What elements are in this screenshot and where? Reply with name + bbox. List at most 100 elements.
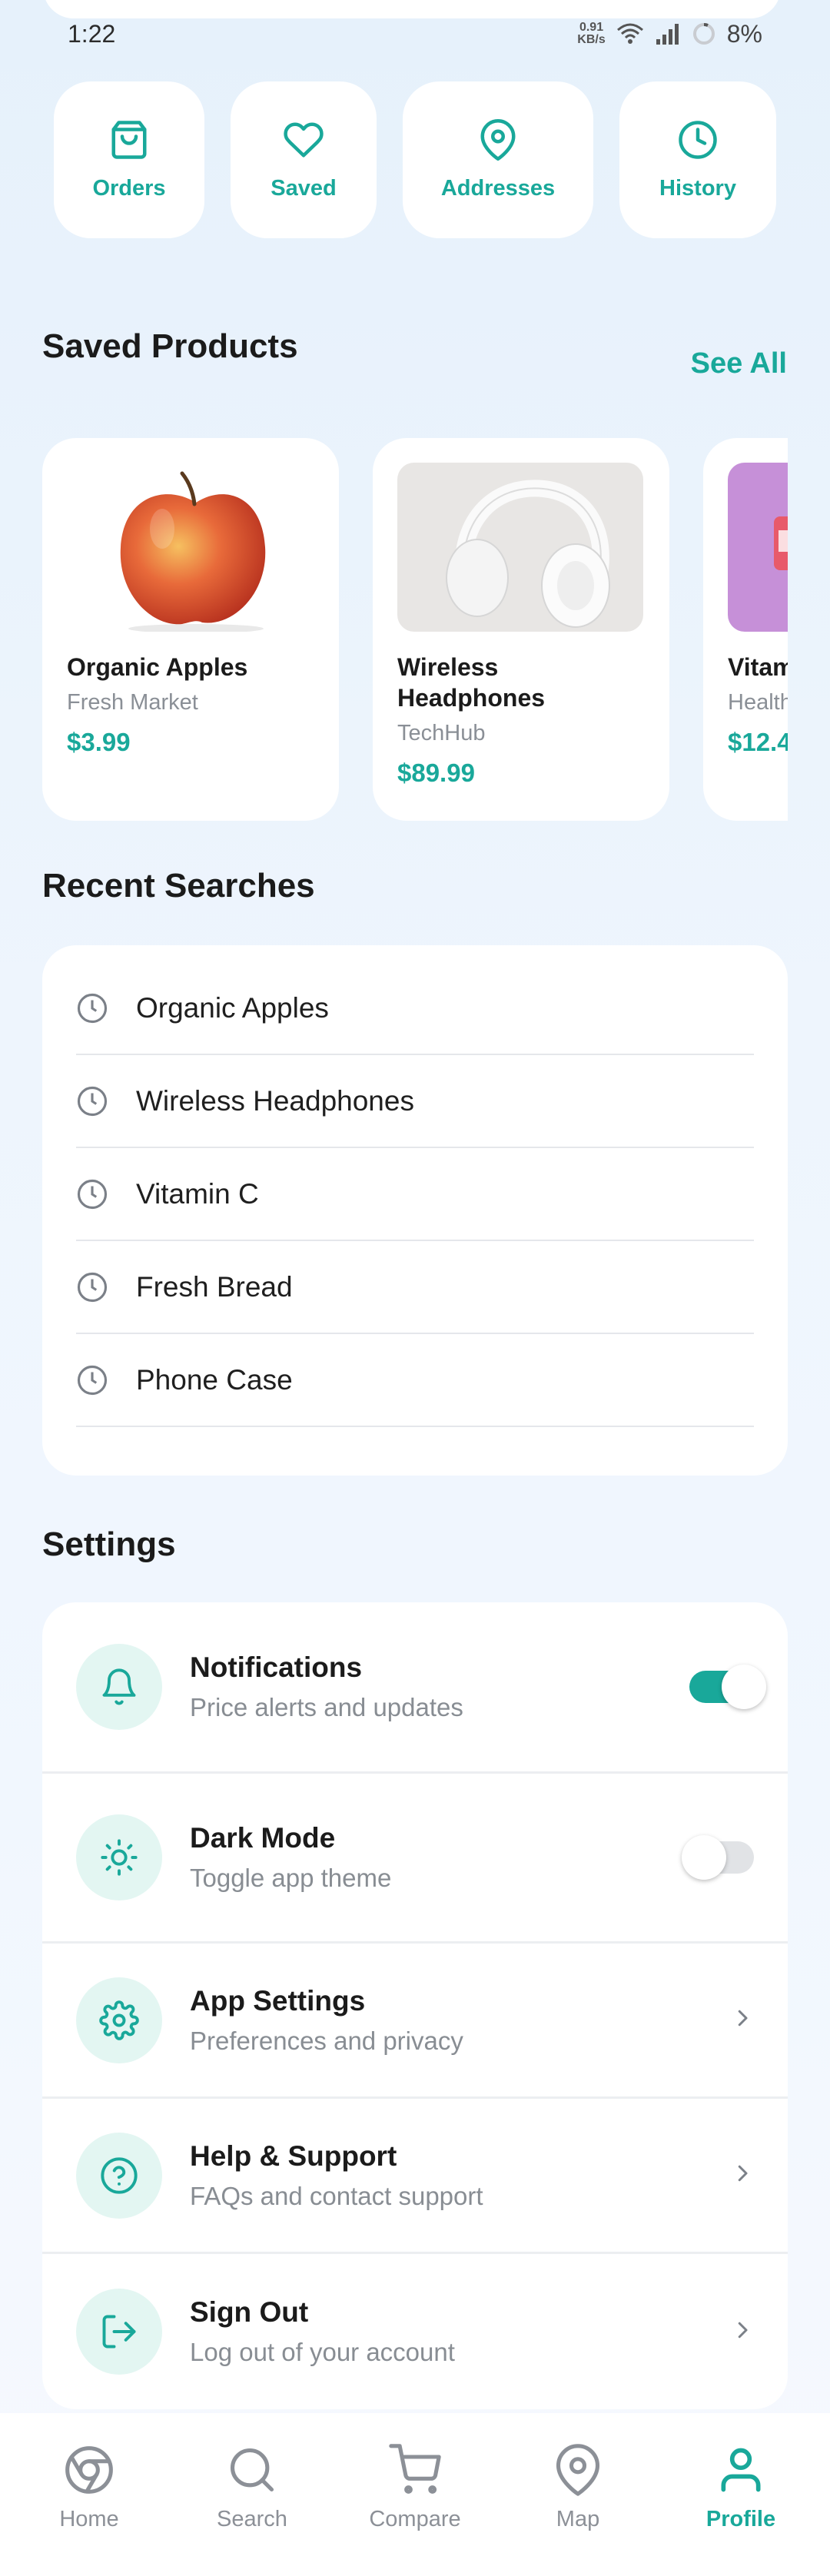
nav-label: Profile xyxy=(706,2507,776,2531)
chevron-right-icon xyxy=(731,2162,754,2189)
quick-action-label: Orders xyxy=(92,175,166,201)
vitamin-image xyxy=(774,516,788,570)
sun-icon xyxy=(101,1839,138,1876)
product-name: Wireless Headphones xyxy=(397,653,546,712)
recent-search-label: Fresh Bread xyxy=(136,1270,293,1303)
setting-icon-wrap xyxy=(76,2132,162,2219)
notifications-toggle[interactable] xyxy=(689,1665,766,1709)
clock-icon xyxy=(77,1365,108,1395)
quick-action-addresses[interactable]: Addresses xyxy=(403,81,593,238)
product-image-vitamin xyxy=(728,463,788,632)
recent-search-item[interactable]: Fresh Bread xyxy=(76,1241,754,1334)
recent-search-label: Phone Case xyxy=(136,1363,293,1396)
clock-icon xyxy=(77,1086,108,1116)
setting-title: App Settings xyxy=(190,1984,366,2017)
quick-action-label: Saved xyxy=(271,175,337,201)
product-name: Vitamin C xyxy=(728,653,788,681)
chrome-home-icon xyxy=(65,2446,113,2494)
setting-icon-wrap xyxy=(76,1977,162,2063)
toggle-knob xyxy=(682,1835,726,1880)
recent-search-item[interactable]: Wireless Headphones xyxy=(76,1055,754,1148)
nav-item-compare[interactable]: Compare xyxy=(338,2444,492,2532)
user-icon xyxy=(721,2448,761,2492)
product-store: TechHub xyxy=(397,721,486,745)
logout-icon xyxy=(102,2315,136,2349)
quick-action-history[interactable]: History xyxy=(619,81,776,238)
product-price: $3.99 xyxy=(67,728,131,756)
setting-app-settings[interactable]: App Settings Preferences and privacy xyxy=(42,1944,788,2099)
search-icon xyxy=(230,2448,274,2492)
nav-label: Search xyxy=(217,2507,287,2531)
saved-products-carousel[interactable]: Organic Apples Fresh Market $3.99 Wirele… xyxy=(42,438,788,821)
heart-icon xyxy=(284,122,324,157)
settings-list: Notifications Price alerts and updates D… xyxy=(42,1602,788,2409)
chevron-right-icon xyxy=(731,2319,754,2345)
nav-label: Compare xyxy=(369,2507,461,2531)
setting-dark-mode[interactable]: Dark Mode Toggle app theme xyxy=(42,1774,788,1944)
setting-subtitle: Price alerts and updates xyxy=(190,1693,463,1721)
shopping-bag-icon xyxy=(111,120,147,159)
setting-notifications[interactable]: Notifications Price alerts and updates xyxy=(42,1602,788,1774)
wifi-icon xyxy=(616,23,643,44)
recent-search-label: Wireless Headphones xyxy=(136,1084,414,1117)
setting-icon-wrap xyxy=(76,1814,162,1900)
setting-subtitle: Preferences and privacy xyxy=(190,2026,463,2055)
recent-search-label: Organic Apples xyxy=(136,991,329,1024)
quick-action-saved[interactable]: Saved xyxy=(231,81,377,238)
dark-mode-toggle[interactable] xyxy=(682,1835,754,1880)
status-icons: 0.91 KB/s 8% xyxy=(577,20,762,48)
net-speed-indicator: 0.91 KB/s xyxy=(577,21,606,46)
battery-ring-icon xyxy=(692,23,715,45)
product-card-vitamin-c[interactable]: Vitamin C HealthPlus $12.49 xyxy=(703,438,788,821)
recent-search-label: Vitamin C xyxy=(136,1177,259,1210)
chevron-right-icon xyxy=(731,2007,754,2033)
nav-label: Home xyxy=(59,2507,119,2531)
setting-subtitle: Log out of your account xyxy=(190,2338,455,2366)
recent-searches-list: Organic Apples Wireless Headphones Vitam… xyxy=(42,945,788,1476)
product-price: $89.99 xyxy=(397,759,475,787)
setting-title: Dark Mode xyxy=(190,1822,336,1854)
recent-search-item[interactable]: Vitamin C xyxy=(76,1148,754,1241)
product-image-headphones xyxy=(397,463,643,632)
help-circle-icon xyxy=(101,2156,138,2194)
setting-help-support[interactable]: Help & Support FAQs and contact support xyxy=(42,2099,788,2254)
apple-image xyxy=(120,471,266,632)
battery-percent: 8% xyxy=(726,19,762,48)
clock-icon xyxy=(77,1179,108,1209)
map-pin-icon xyxy=(480,118,516,161)
quick-action-label: Addresses xyxy=(440,175,556,201)
product-image-apple xyxy=(67,463,313,632)
setting-title: Notifications xyxy=(190,1651,363,1683)
recent-search-item[interactable]: Organic Apples xyxy=(76,962,754,1055)
product-card-organic-apples[interactable]: Organic Apples Fresh Market $3.99 xyxy=(42,438,339,821)
toggle-knob xyxy=(722,1665,766,1709)
recent-search-item[interactable]: Phone Case xyxy=(76,1334,754,1427)
setting-title: Help & Support xyxy=(190,2139,397,2172)
product-card-wireless-headphones[interactable]: Wireless Headphones TechHub $89.99 xyxy=(373,438,669,821)
setting-icon-wrap xyxy=(76,2289,162,2375)
clock-icon xyxy=(77,1272,108,1302)
setting-subtitle: FAQs and contact support xyxy=(190,2181,483,2210)
quick-actions: Orders Saved Addresses History xyxy=(54,81,776,238)
gear-icon xyxy=(99,2000,139,2040)
quick-action-label: History xyxy=(659,175,736,201)
signal-icon xyxy=(656,24,679,45)
setting-title: Sign Out xyxy=(190,2296,309,2328)
product-name: Organic Apples xyxy=(67,653,248,681)
see-all-link[interactable]: See All xyxy=(691,347,787,380)
cart-icon xyxy=(389,2444,441,2494)
clock-icon xyxy=(77,993,108,1023)
product-store: Fresh Market xyxy=(67,690,198,715)
product-store: HealthPlus xyxy=(728,690,788,715)
nav-item-search[interactable]: Search xyxy=(175,2444,329,2532)
status-bar: 1:22 0.91 KB/s 8% xyxy=(0,0,830,68)
recent-searches-title: Recent Searches xyxy=(42,867,315,905)
nav-item-map[interactable]: Map xyxy=(501,2444,655,2532)
product-price: $12.49 xyxy=(728,728,788,756)
bell-icon xyxy=(102,1668,136,1705)
clock-icon xyxy=(679,120,717,159)
nav-item-profile[interactable]: Profile xyxy=(664,2444,818,2532)
setting-sign-out[interactable]: Sign Out Log out of your account xyxy=(42,2254,788,2409)
nav-item-home[interactable]: Home xyxy=(12,2444,166,2532)
quick-action-orders[interactable]: Orders xyxy=(54,81,204,238)
